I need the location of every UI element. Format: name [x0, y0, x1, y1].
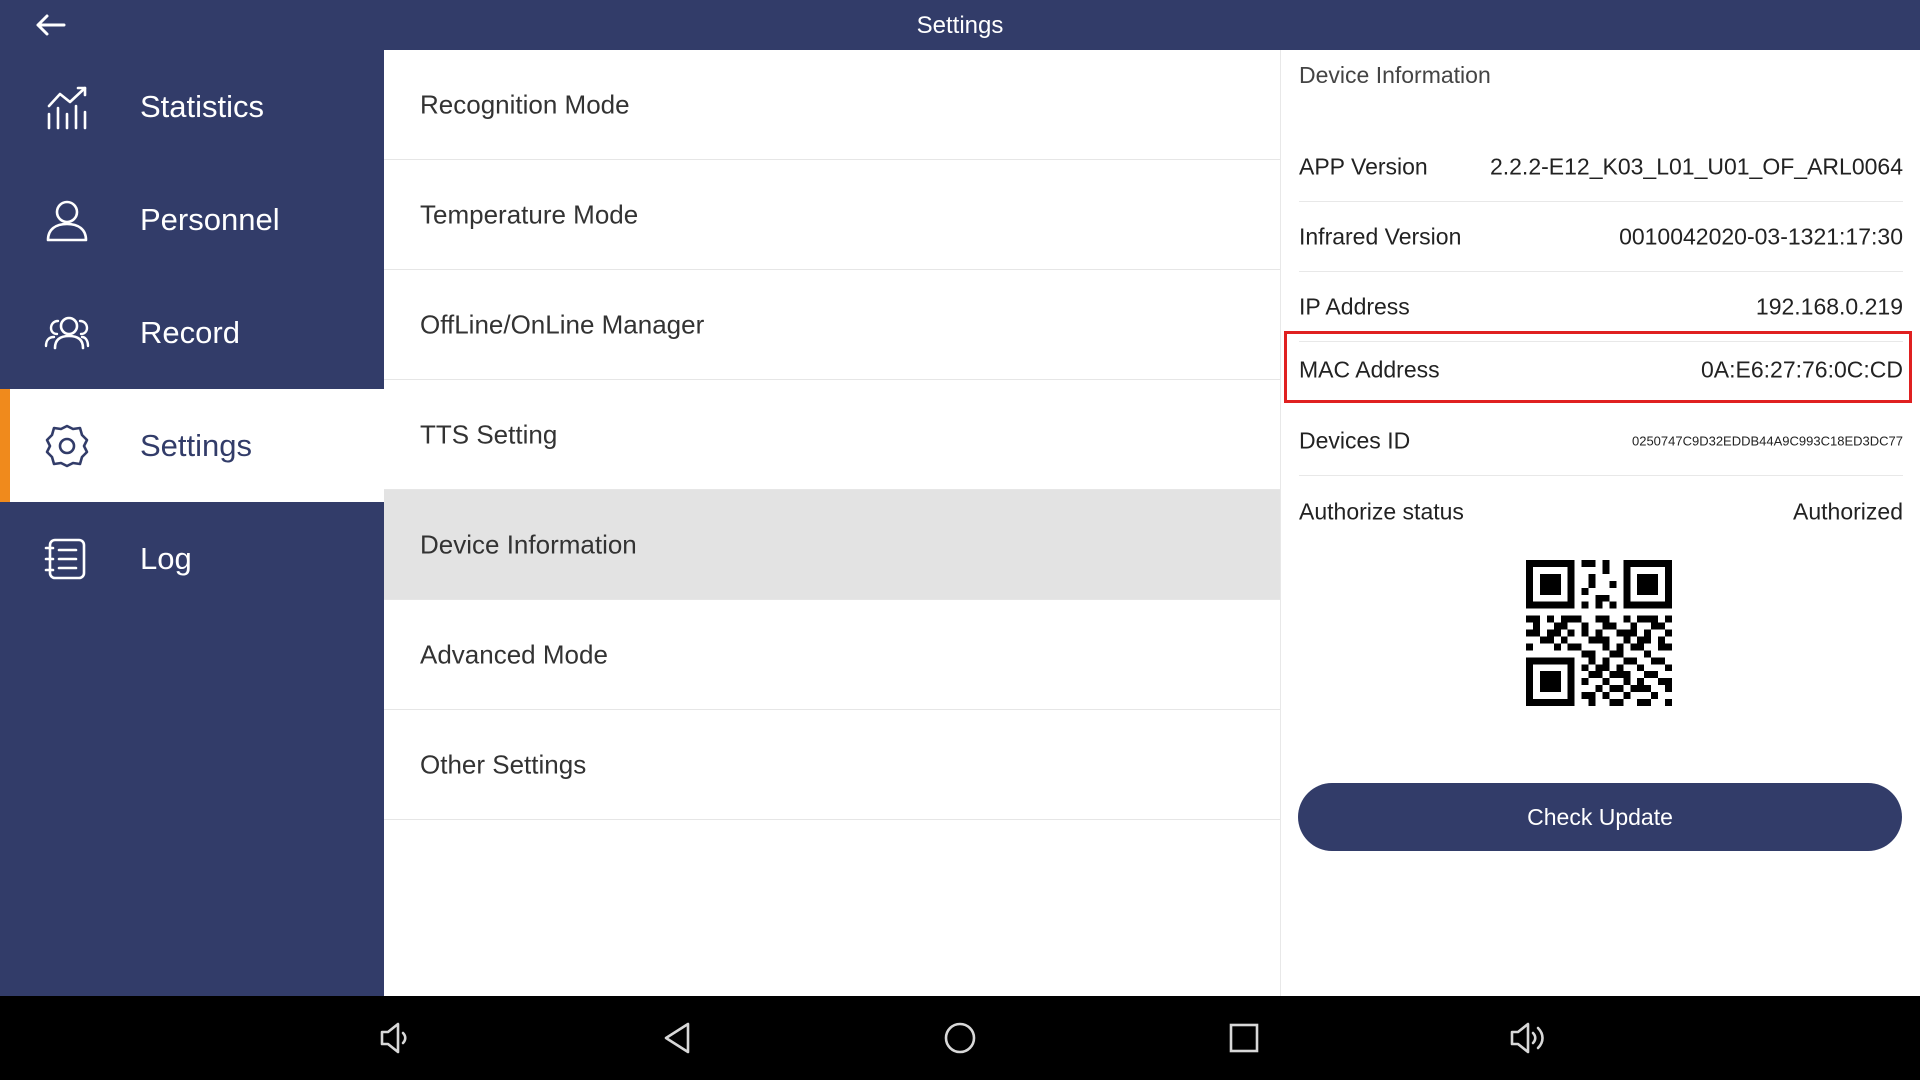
- sidebar-item-log[interactable]: Log: [0, 502, 384, 615]
- sidebar-item-label: Statistics: [140, 88, 265, 124]
- qr-code-icon: [1526, 560, 1672, 706]
- recents-icon: [1229, 1023, 1259, 1053]
- info-row-infrared-version: Infrared Version 0010042020-03-1321:17:3…: [1299, 202, 1903, 272]
- sidebar: Statistics Personnel Record Settings Log: [0, 50, 384, 996]
- arrow-left-icon: [36, 14, 66, 36]
- menu-item-label: Other Settings: [420, 749, 587, 779]
- sidebar-item-statistics[interactable]: Statistics: [0, 50, 384, 163]
- menu-item-label: Advanced Mode: [420, 639, 608, 669]
- info-value: 0A:E6:27:76:0C:CD: [1700, 356, 1903, 383]
- back-icon: [664, 1022, 690, 1054]
- statistics-icon: [47, 86, 87, 129]
- volume-up-icon: [1510, 1022, 1544, 1054]
- menu-item-tts-setting[interactable]: TTS Setting: [384, 380, 1280, 490]
- volume-down-icon: [380, 1022, 407, 1054]
- person-icon: [46, 200, 88, 241]
- log-icon: [44, 538, 86, 579]
- top-bar: [0, 0, 1920, 50]
- system-navigation-bar: [0, 996, 1920, 1080]
- menu-item-recognition-mode[interactable]: Recognition Mode: [384, 50, 1280, 160]
- active-indicator: [0, 389, 10, 502]
- sidebar-item-label: Record: [140, 314, 240, 350]
- menu-item-device-information[interactable]: Device Information: [384, 490, 1280, 600]
- info-row-app-version: APP Version 2.2.2-E12_K03_L01_U01_OF_ARL…: [1299, 132, 1903, 202]
- nav-recents-button[interactable]: [1220, 1014, 1268, 1062]
- settings-menu: Recognition Mode Temperature Mode OffLin…: [384, 50, 1280, 996]
- info-key: Authorize status: [1299, 498, 1464, 525]
- sidebar-item-label: Settings: [140, 427, 253, 463]
- menu-item-label: TTS Setting: [420, 419, 558, 449]
- check-update-button[interactable]: Check Update: [1298, 783, 1902, 851]
- info-row-mac-address: MAC Address 0A:E6:27:76:0C:CD: [1299, 335, 1903, 405]
- menu-item-offline-online-manager[interactable]: OffLine/OnLine Manager: [384, 270, 1280, 380]
- info-value: Authorized: [1793, 498, 1903, 525]
- people-icon: [44, 316, 90, 349]
- sidebar-item-record[interactable]: Record: [0, 276, 384, 389]
- info-row-devices-id: Devices ID 0250747C9D32EDDB44A9C993C18ED…: [1299, 406, 1903, 476]
- menu-item-other-settings[interactable]: Other Settings: [384, 710, 1280, 820]
- sidebar-item-label: Log: [140, 540, 192, 576]
- volume-up-button[interactable]: [1504, 1014, 1552, 1062]
- info-value: 0010042020-03-1321:17:30: [1619, 223, 1903, 249]
- sidebar-item-personnel[interactable]: Personnel: [0, 163, 384, 276]
- info-value: 0250747C9D32EDDB44A9C993C18ED3DC77: [1631, 433, 1903, 448]
- menu-item-label: Device Information: [420, 529, 637, 559]
- menu-item-temperature-mode[interactable]: Temperature Mode: [384, 160, 1280, 270]
- device-information-panel: Device Information APP Version 2.2.2-E12…: [1280, 50, 1920, 996]
- info-key: IP Address: [1299, 293, 1410, 319]
- info-key: Devices ID: [1299, 427, 1411, 453]
- info-row-authorize-status: Authorize status Authorized: [1299, 477, 1903, 547]
- back-button[interactable]: [28, 8, 72, 42]
- info-key: APP Version: [1299, 153, 1428, 179]
- home-icon: [944, 1022, 976, 1054]
- info-key: MAC Address: [1299, 356, 1440, 383]
- info-row-ip-address: IP Address 192.168.0.219: [1299, 272, 1903, 342]
- nav-home-button[interactable]: [936, 1014, 984, 1062]
- nav-back-button[interactable]: [654, 1014, 702, 1062]
- info-key: Infrared Version: [1299, 223, 1462, 249]
- sidebar-item-settings[interactable]: Settings: [0, 389, 384, 502]
- panel-title: Device Information: [1299, 62, 1491, 88]
- info-value: 192.168.0.219: [1755, 293, 1903, 319]
- menu-item-label: OffLine/OnLine Manager: [420, 309, 705, 339]
- menu-item-label: Temperature Mode: [420, 199, 639, 229]
- volume-down-button[interactable]: [370, 1014, 418, 1062]
- sidebar-item-label: Personnel: [140, 201, 280, 237]
- gear-icon: [45, 424, 89, 467]
- menu-item-advanced-mode[interactable]: Advanced Mode: [384, 600, 1280, 710]
- menu-item-label: Recognition Mode: [420, 89, 630, 119]
- info-value: 2.2.2-E12_K03_L01_U01_OF_ARL0064: [1489, 153, 1903, 179]
